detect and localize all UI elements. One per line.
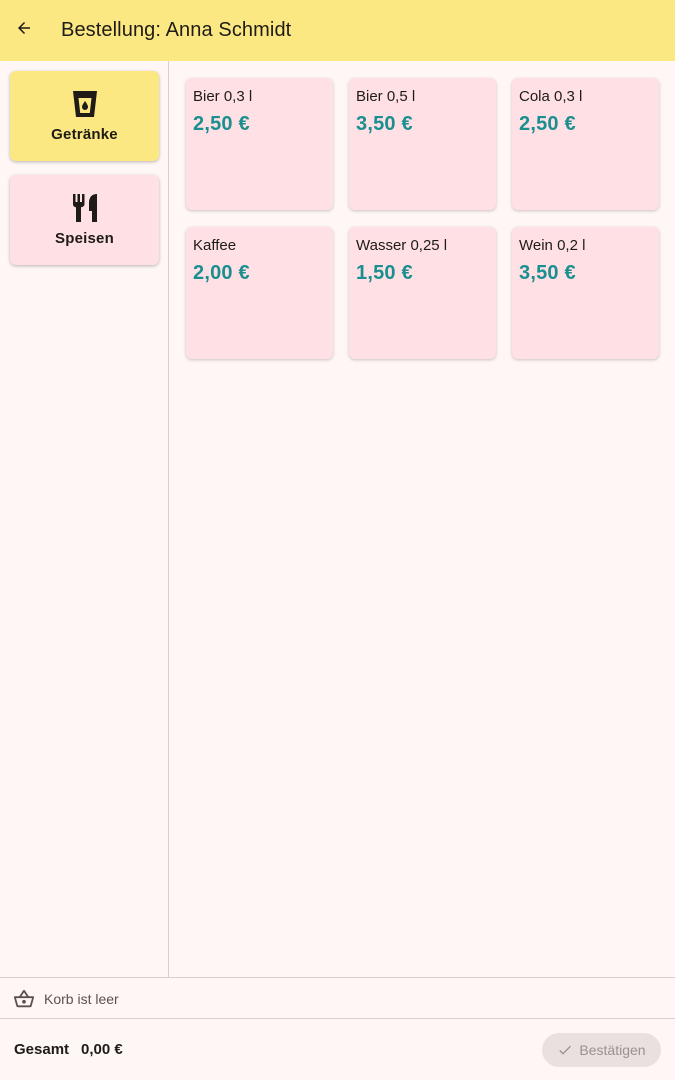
product-name: Kaffee xyxy=(193,237,237,254)
product-card[interactable]: Kaffee 2,00 € xyxy=(186,227,333,359)
total-value: 0,00 € xyxy=(81,1041,123,1058)
cart-status-text: Korb ist leer xyxy=(44,990,119,1007)
product-price: 2,00 € xyxy=(193,262,250,284)
product-name: Cola 0,3 l xyxy=(519,88,583,105)
check-icon xyxy=(557,1042,573,1058)
cart-status-bar: Korb ist leer xyxy=(0,977,675,1019)
confirm-button[interactable]: Bestätigen xyxy=(542,1033,661,1067)
product-price: 1,50 € xyxy=(356,262,413,284)
category-label: Speisen xyxy=(55,230,114,247)
basket-icon xyxy=(13,988,35,1010)
page-title: Bestellung: Anna Schmidt xyxy=(61,19,292,41)
app-bar: Bestellung: Anna Schmidt xyxy=(0,0,675,61)
product-card[interactable]: Wasser 0,25 l 1,50 € xyxy=(349,227,496,359)
fork-knife-icon xyxy=(70,193,100,223)
product-price: 2,50 € xyxy=(519,113,576,135)
arrow-back-icon xyxy=(15,19,33,42)
product-name: Wasser 0,25 l xyxy=(356,237,448,254)
order-screen: Bestellung: Anna Schmidt Getränke Speise… xyxy=(0,0,675,1080)
product-name: Bier 0,3 l xyxy=(193,88,253,105)
category-food[interactable]: Speisen xyxy=(10,175,159,265)
drink-cup-icon xyxy=(70,89,100,119)
product-card[interactable]: Wein 0,2 l 3,50 € xyxy=(512,227,659,359)
product-price: 3,50 € xyxy=(519,262,576,284)
back-button[interactable] xyxy=(0,7,48,55)
category-label: Getränke xyxy=(51,126,118,143)
product-price: 3,50 € xyxy=(356,113,413,135)
total-label: Gesamt xyxy=(14,1041,70,1058)
product-name: Wein 0,2 l xyxy=(519,237,586,254)
product-card[interactable]: Bier 0,5 l 3,50 € xyxy=(349,78,496,210)
product-name: Bier 0,5 l xyxy=(356,88,416,105)
product-price: 2,50 € xyxy=(193,113,250,135)
category-drinks[interactable]: Getränke xyxy=(10,71,159,161)
product-card[interactable]: Bier 0,3 l 2,50 € xyxy=(186,78,333,210)
total-bar: Gesamt 0,00 € Bestätigen xyxy=(0,1018,675,1080)
confirm-label: Bestätigen xyxy=(579,1042,646,1058)
category-sidebar: Getränke Speisen xyxy=(0,61,169,977)
product-card[interactable]: Cola 0,3 l 2,50 € xyxy=(512,78,659,210)
